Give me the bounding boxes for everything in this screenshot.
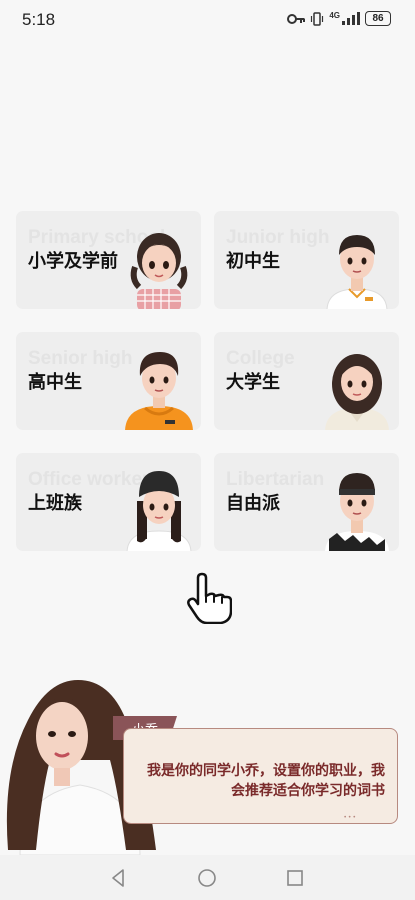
- system-nav-bar: [0, 855, 415, 900]
- avatar-woman-beanie-icon: [126, 471, 192, 551]
- tap-hand-icon: [187, 572, 232, 624]
- card-primary-school[interactable]: Primary school 小学及学前: [16, 211, 201, 309]
- card-senior-high[interactable]: Senior high 高中生: [16, 332, 201, 430]
- card-label: 小学及学前: [28, 251, 118, 272]
- assistant-message: 我是你的同学小乔，设置你的职业，我会推荐适合你学习的词书: [147, 763, 385, 799]
- card-watermark: Senior high: [28, 348, 133, 369]
- network-label: 4G: [329, 11, 340, 20]
- status-icons: 4G 86: [287, 11, 391, 26]
- battery-icon: 86: [365, 11, 391, 26]
- card-college[interactable]: College 大学生: [214, 332, 399, 430]
- avatar-girl-pigtails-icon: [130, 233, 188, 309]
- status-bar: 5:18 4G 86: [0, 0, 415, 40]
- recents-icon[interactable]: [284, 867, 306, 889]
- status-time: 5:18: [22, 10, 56, 29]
- card-label: 高中生: [28, 372, 82, 393]
- card-watermark: Libertarian: [226, 469, 325, 490]
- vibrate-icon: [311, 11, 324, 26]
- back-icon[interactable]: [108, 867, 130, 889]
- avatar-boy-polo-icon: [326, 235, 388, 309]
- assistant-dialog: 我是你的同学小乔，设置你的职业，我会推荐适合你学习的词书 •••: [123, 728, 398, 824]
- card-label: 初中生: [226, 251, 280, 272]
- avatar-man-headband-icon: [325, 473, 389, 551]
- card-watermark: College: [226, 348, 295, 369]
- card-junior-high[interactable]: Junior high 初中生: [214, 211, 399, 309]
- avatar-woman-wavy-icon: [325, 354, 389, 430]
- key-icon: [287, 13, 306, 24]
- dialog-decoration: •••: [343, 814, 357, 821]
- card-label: 自由派: [226, 493, 280, 514]
- avatar-boy-hoodie-icon: [125, 352, 193, 430]
- card-libertarian[interactable]: Libertarian 自由派: [214, 453, 399, 551]
- card-watermark: Junior high: [226, 227, 330, 248]
- home-icon[interactable]: [196, 867, 218, 889]
- signal-icon: [342, 12, 360, 25]
- card-office-worker[interactable]: Office worker 上班族: [16, 453, 201, 551]
- card-label: 上班族: [28, 493, 82, 514]
- card-label: 大学生: [226, 372, 280, 393]
